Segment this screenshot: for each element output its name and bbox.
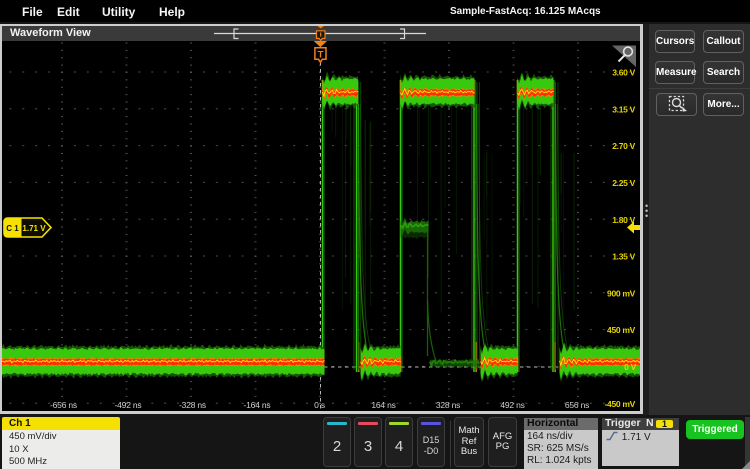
svg-text:-450 mV: -450 mV: [604, 399, 635, 409]
svg-text:0 V: 0 V: [624, 362, 636, 372]
svg-text:0 s: 0 s: [314, 400, 325, 410]
svg-text:C 1: C 1: [6, 224, 19, 233]
svg-text:450 mV: 450 mV: [607, 325, 636, 335]
svg-text:1.71 V: 1.71 V: [22, 224, 46, 233]
svg-text:-328 ns: -328 ns: [179, 400, 206, 410]
svg-text:2.70 V: 2.70 V: [612, 141, 635, 151]
svg-text:1.35 V: 1.35 V: [612, 252, 635, 262]
svg-text:3.60 V: 3.60 V: [612, 68, 635, 78]
svg-text:164 ns: 164 ns: [371, 400, 395, 410]
svg-text:656 ns: 656 ns: [565, 400, 589, 410]
svg-text:2.25 V: 2.25 V: [612, 178, 635, 188]
svg-text:900 mV: 900 mV: [607, 288, 636, 298]
svg-text:328 ns: 328 ns: [436, 400, 460, 410]
svg-text:-656 ns: -656 ns: [50, 400, 77, 410]
svg-text:492 ns: 492 ns: [500, 400, 524, 410]
svg-text:-164 ns: -164 ns: [244, 400, 271, 410]
svg-text:-492 ns: -492 ns: [115, 400, 142, 410]
svg-text:3.15 V: 3.15 V: [612, 104, 635, 114]
svg-text:T: T: [318, 49, 324, 60]
